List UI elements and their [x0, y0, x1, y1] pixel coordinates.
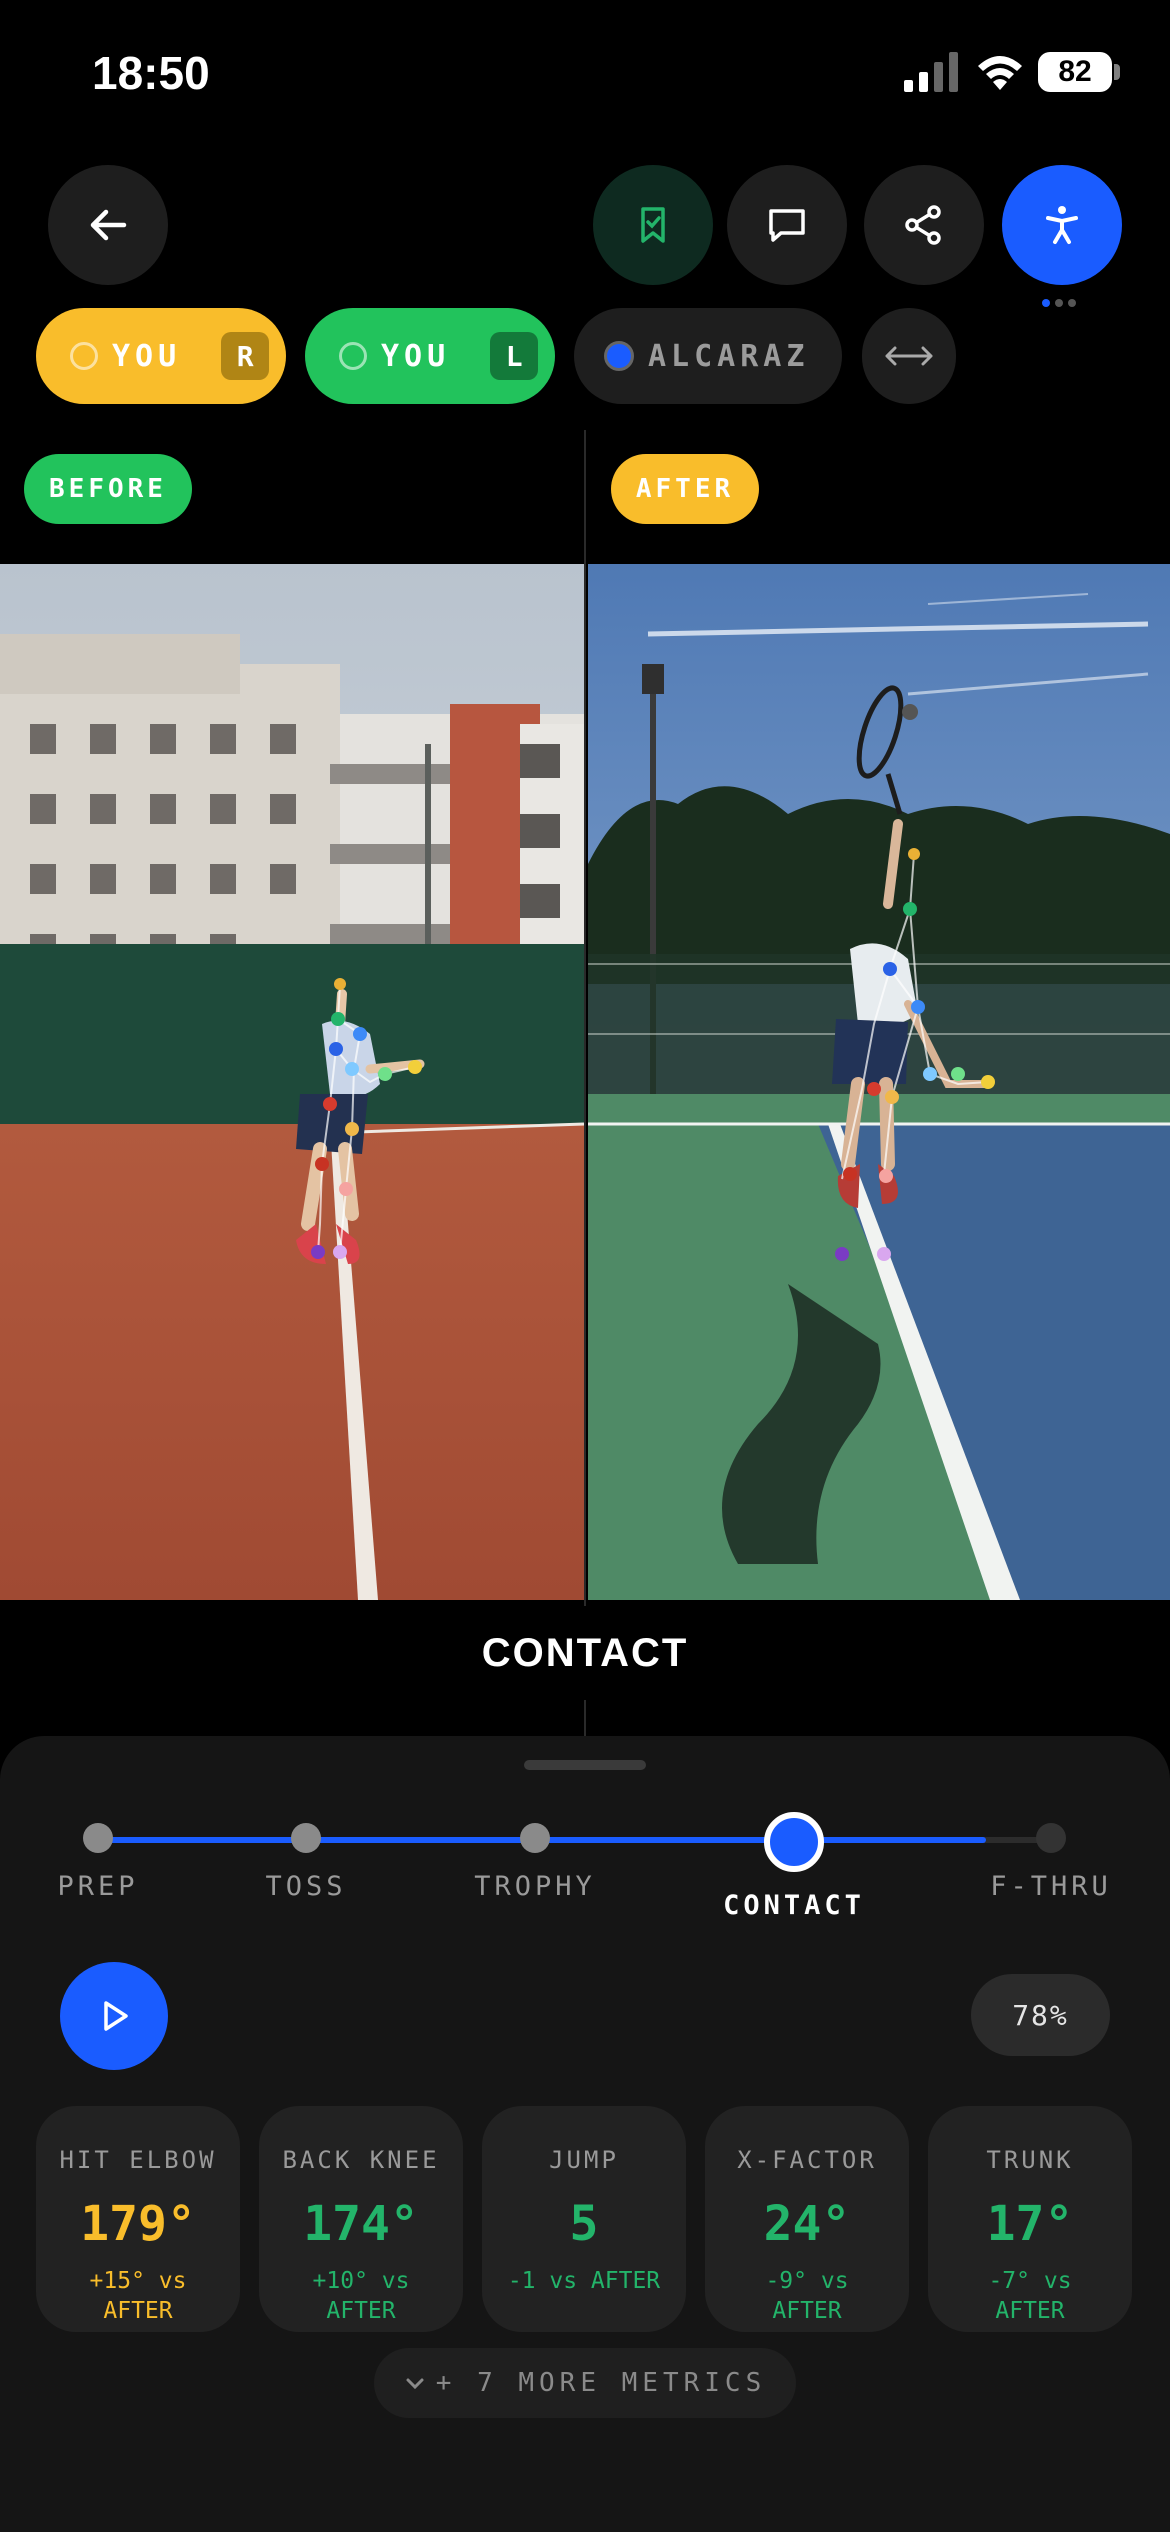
player-pill-you-right[interactable]: YOU R [36, 308, 286, 404]
radio-ring-icon [70, 342, 98, 370]
pill-label: ALCARAZ [648, 338, 810, 374]
swap-sides-button[interactable] [862, 308, 956, 404]
metric-value: 24° [763, 2196, 851, 2252]
before-video-frame[interactable] [0, 564, 584, 1600]
metric-card-jump[interactable]: JUMP 5 -1 vs AFTER [482, 2106, 686, 2332]
metric-card-x-factor[interactable]: X-FACTOR 24° -9° vs AFTER [705, 2106, 909, 2332]
metric-title: X-FACTOR [737, 2146, 877, 2174]
metric-title: HIT ELBOW [59, 2146, 217, 2174]
phase-label-toss[interactable]: TOSS [216, 1871, 396, 1902]
share-button[interactable] [864, 165, 984, 285]
swap-horizontal-icon [885, 346, 933, 366]
current-phase-chip: CONTACT [432, 1606, 738, 1700]
pill-tag: R [221, 332, 270, 380]
hard-court-scene [588, 564, 1170, 1600]
color-dot-icon [604, 341, 634, 371]
pill-tag: L [490, 332, 539, 380]
bookmark-check-icon [641, 207, 665, 243]
after-label: AFTER [611, 454, 759, 524]
pill-label: YOU [381, 338, 451, 374]
metric-card-hit-elbow[interactable]: HIT ELBOW 179° +15° vs AFTER [36, 2106, 240, 2332]
metric-delta: -7° vs [988, 2268, 1072, 2294]
phase-label-prep[interactable]: PREP [8, 1871, 188, 1902]
battery-tip [1114, 64, 1120, 80]
more-metrics-label: + 7 MORE METRICS [435, 2368, 767, 2398]
after-video-frame[interactable] [588, 564, 1170, 1600]
metric-value: 5 [569, 2196, 599, 2252]
metric-value: 174° [303, 2196, 419, 2252]
metric-title: BACK KNEE [282, 2146, 440, 2174]
more-metrics-button[interactable]: + 7 MORE METRICS [374, 2348, 796, 2418]
radio-ring-icon [339, 342, 367, 370]
phase-label-trophy[interactable]: TROPHY [445, 1871, 625, 1902]
clay-court-scene [0, 564, 584, 1600]
comment-icon [769, 209, 805, 242]
before-label: BEFORE [24, 454, 192, 524]
metric-value: 179° [80, 2196, 196, 2252]
phase-node-follow-through[interactable] [1036, 1823, 1066, 1853]
chevron-down-icon [406, 2378, 424, 2390]
share-icon [905, 205, 941, 245]
playback-percent[interactable]: 78% [971, 1974, 1110, 2056]
pill-label: YOU [112, 338, 182, 374]
cellular-signal-icon [904, 52, 958, 92]
metric-ref: AFTER [995, 2298, 1065, 2324]
player-pill-you-left[interactable]: YOU L [305, 308, 555, 404]
metric-ref: AFTER [326, 2298, 396, 2324]
metric-ref: AFTER [772, 2298, 842, 2324]
wifi-icon [978, 56, 1022, 90]
status-bar: 18:50 82 [0, 0, 1170, 150]
phase-node-toss[interactable] [291, 1823, 321, 1853]
metric-card-back-knee[interactable]: BACK KNEE 174° +10° vs AFTER [259, 2106, 463, 2332]
split-divider[interactable] [584, 430, 586, 1740]
metric-ref: AFTER [103, 2298, 173, 2324]
drag-handle[interactable] [524, 1760, 646, 1770]
metric-delta: +10° vs [312, 2268, 410, 2294]
metric-delta: -1 vs AFTER [507, 2268, 661, 2294]
status-time: 18:50 [92, 47, 210, 99]
phase-label-follow-through[interactable]: F-THRU [961, 1871, 1141, 1902]
metric-delta: -9° vs [765, 2268, 849, 2294]
back-arrow-icon [90, 209, 127, 241]
metric-title: JUMP [549, 2146, 619, 2174]
back-button[interactable] [48, 165, 168, 285]
player-pill-alcaraz[interactable]: ALCARAZ [574, 308, 842, 404]
metric-value: 17° [986, 2196, 1074, 2252]
play-icon [104, 2001, 128, 2031]
accessibility-pose-icon [1046, 206, 1078, 244]
play-button[interactable] [60, 1962, 168, 2070]
phase-node-prep[interactable] [83, 1823, 113, 1853]
metric-delta: +15° vs [89, 2268, 187, 2294]
phase-node-trophy[interactable] [520, 1823, 550, 1853]
page-dots [1042, 294, 1084, 307]
metric-card-trunk[interactable]: TRUNK 17° -7° vs AFTER [928, 2106, 1132, 2332]
battery-indicator: 82 [1038, 52, 1112, 92]
phase-node-contact[interactable] [764, 1812, 824, 1872]
phase-label-contact[interactable]: CONTACT [704, 1890, 884, 1921]
comment-button[interactable] [727, 165, 847, 285]
metric-title: TRUNK [986, 2146, 1074, 2174]
save-bookmark-button[interactable] [593, 165, 713, 285]
pose-overlay-toggle[interactable] [1002, 165, 1122, 285]
